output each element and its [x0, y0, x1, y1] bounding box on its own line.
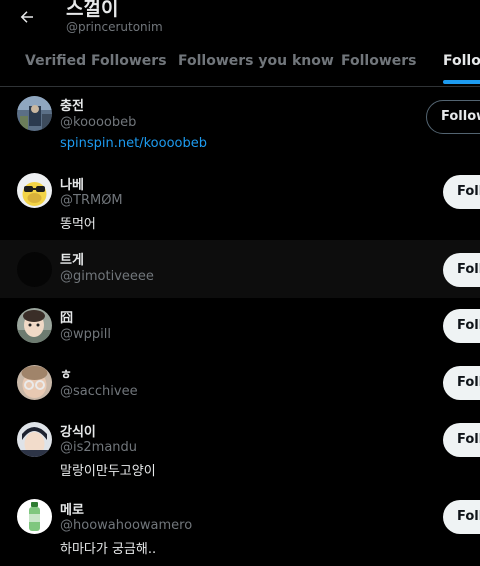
tab-verified-followers[interactable]: Verified Followers	[25, 40, 167, 86]
user-handle: @hoowahoowamero	[60, 518, 193, 533]
user-handle: @koooobeb	[60, 115, 137, 130]
user-name: ㅎ	[60, 368, 72, 383]
user-bio-link[interactable]: spinspin.net/koooobeb	[60, 136, 207, 151]
user-row[interactable]: 강식이 @is2mandu 말랑이만두고양이 Follow	[0, 412, 480, 490]
follow-button[interactable]: Follow	[443, 253, 480, 287]
avatar	[17, 422, 52, 457]
user-handle: @wppill	[60, 327, 111, 342]
follow-button[interactable]: Follow	[443, 175, 480, 209]
back-arrow-icon	[20, 11, 33, 23]
user-name: 囧	[60, 311, 74, 326]
tab-bar: Verified Followers Followers you know Fo…	[0, 40, 480, 87]
back-button[interactable]	[14, 4, 40, 30]
user-name: 메로	[60, 503, 84, 518]
follow-button[interactable]: Follow	[443, 309, 480, 343]
avatar	[17, 365, 52, 400]
tab-followers-you-know[interactable]: Followers you know	[178, 40, 334, 86]
follow-button[interactable]: Follow	[443, 366, 480, 400]
avatar	[17, 252, 52, 287]
user-name: 트게	[60, 253, 84, 268]
user-handle: @TRMØM	[60, 193, 123, 208]
user-row[interactable]: 충전 @koooobeb spinspin.net/koooobeb Follo…	[0, 87, 480, 159]
follow-button[interactable]: Follow	[443, 500, 480, 534]
active-tab-indicator	[443, 80, 480, 84]
user-bio: 말랑이만두고양이	[60, 464, 156, 479]
page-title: 스껄이	[66, 0, 119, 20]
following-button[interactable]: Following	[426, 100, 480, 134]
user-row[interactable]: ㅎ @sacchivee Follow	[0, 355, 480, 412]
user-row[interactable]: 囧 @wppill Follow	[0, 298, 480, 355]
avatar	[17, 173, 52, 208]
avatar	[17, 308, 52, 343]
user-bio: 하마다가 궁금해..	[60, 542, 157, 557]
user-row[interactable]: 트게 @gimotiveeee Follow	[0, 240, 480, 298]
followers-page: 스껄이 @princerutonim Verified Followers Fo…	[0, 0, 480, 566]
follow-button[interactable]: Follow	[443, 423, 480, 457]
user-name: 충전	[60, 99, 84, 114]
user-bio: 똥먹어	[60, 217, 96, 232]
user-handle: @is2mandu	[60, 440, 138, 455]
user-handle: @sacchivee	[60, 384, 138, 399]
page-subtitle: @princerutonim	[66, 20, 163, 34]
tab-followers[interactable]: Followers	[341, 40, 417, 86]
user-name: 나베	[60, 178, 84, 193]
user-row[interactable]: 메로 @hoowahoowamero 하마다가 궁금해.. Follow	[0, 490, 480, 566]
user-name: 강식이	[60, 425, 96, 440]
avatar	[17, 499, 52, 534]
page-header: 스껄이 @princerutonim	[0, 0, 480, 40]
user-handle: @gimotiveeee	[60, 269, 154, 284]
user-row[interactable]: 나베 @TRMØM 똥먹어 Follow	[0, 160, 480, 240]
avatar	[17, 96, 52, 131]
